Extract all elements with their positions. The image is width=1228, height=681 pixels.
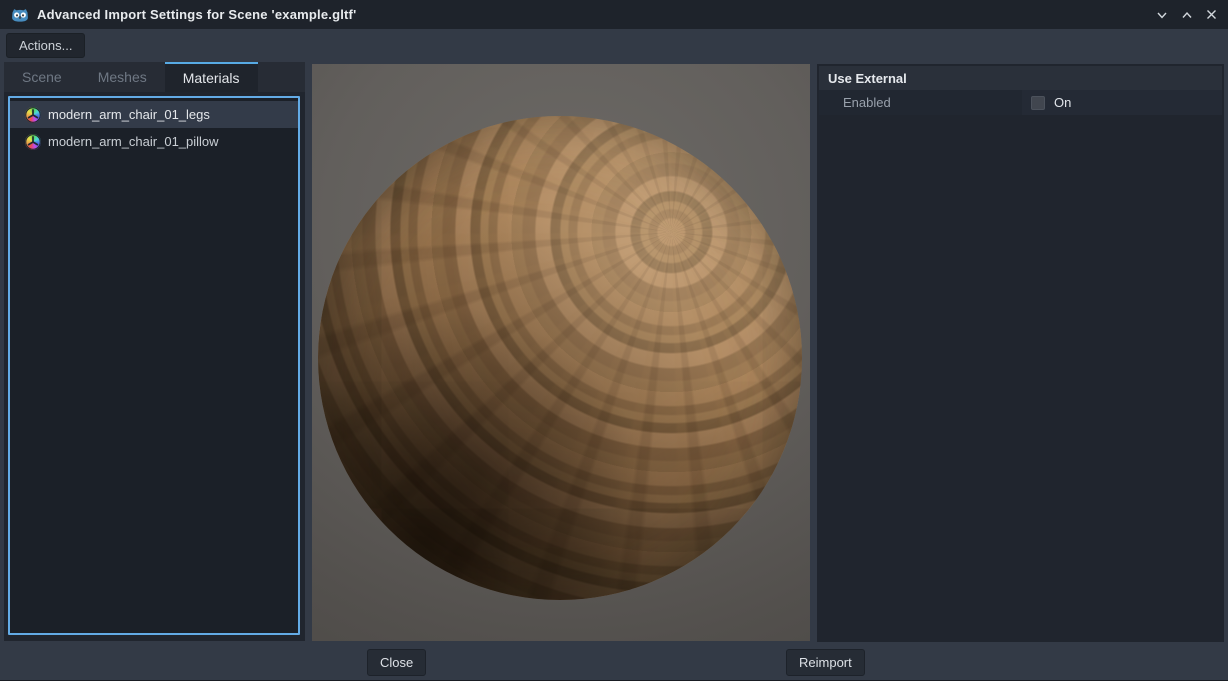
material-item-label: modern_arm_chair_01_legs: [48, 107, 210, 122]
materials-tab-panel: modern_arm_chair_01_legs modern_arm_chai…: [4, 92, 305, 641]
close-button[interactable]: Close: [367, 649, 426, 676]
material-item[interactable]: modern_arm_chair_01_legs: [10, 101, 298, 128]
materials-list[interactable]: modern_arm_chair_01_legs modern_arm_chai…: [8, 96, 300, 635]
material-sphere-icon: [25, 134, 41, 150]
window-controls: [1149, 0, 1224, 29]
close-x-icon: [1206, 9, 1217, 20]
actions-button[interactable]: Actions...: [6, 33, 85, 58]
chevron-down-icon: [1156, 9, 1168, 21]
material-preview-viewport[interactable]: [312, 64, 810, 641]
window-close-button[interactable]: [1199, 0, 1224, 29]
material-item[interactable]: modern_arm_chair_01_pillow: [10, 128, 298, 155]
material-preview-sphere: [318, 116, 802, 600]
maximize-button[interactable]: [1174, 0, 1199, 29]
window-title: Advanced Import Settings for Scene 'exam…: [37, 7, 356, 22]
enabled-property-value: On: [1022, 90, 1222, 115]
advanced-import-settings-window: Advanced Import Settings for Scene 'exam…: [0, 0, 1228, 681]
godot-logo-icon: [10, 5, 30, 25]
enabled-property-row: Enabled On: [819, 90, 1222, 115]
material-sphere-icon: [25, 107, 41, 123]
minimize-button[interactable]: [1149, 0, 1174, 29]
tab-bar: Scene Meshes Materials: [4, 62, 305, 92]
enabled-property-label: Enabled: [819, 95, 1022, 110]
enabled-checkbox-label: On: [1054, 95, 1071, 110]
tab-meshes[interactable]: Meshes: [80, 62, 165, 92]
material-item-label: modern_arm_chair_01_pillow: [48, 134, 219, 149]
reimport-button[interactable]: Reimport: [786, 649, 865, 676]
enabled-checkbox[interactable]: [1031, 96, 1045, 110]
tab-materials[interactable]: Materials: [165, 62, 258, 92]
menubar: Actions...: [0, 29, 1228, 62]
use-external-section-header: Use External: [819, 66, 1222, 90]
titlebar[interactable]: Advanced Import Settings for Scene 'exam…: [0, 0, 1228, 29]
inspector-panel: Use External Enabled On: [817, 64, 1224, 642]
chevron-up-icon: [1181, 9, 1193, 21]
tab-scene[interactable]: Scene: [4, 62, 80, 92]
